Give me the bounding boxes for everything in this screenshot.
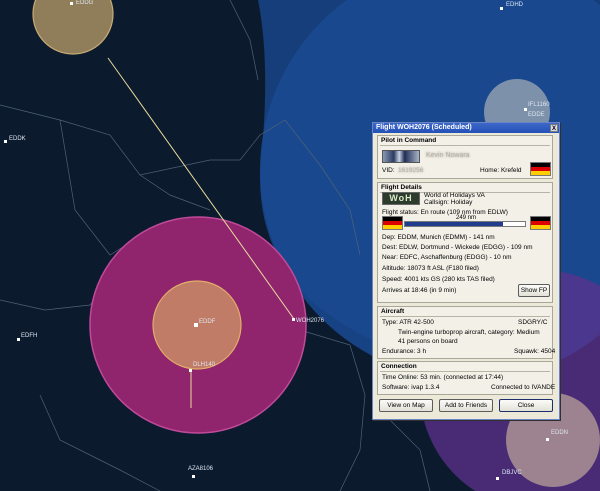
svg-text:EDDK: EDDK (9, 136, 26, 142)
destination-info: Dest: EDLW, Dortmund - Wickede (EDGG) - … (382, 244, 533, 251)
group-separator (380, 316, 550, 317)
svg-text:EDDN: EDDN (551, 430, 568, 436)
aircraft-woh2076[interactable]: WOH2076 (292, 318, 325, 324)
flight-progress-bar (404, 221, 526, 227)
svg-text:DLH140: DLH140 (193, 362, 216, 368)
va-name: World of Holidays VA (424, 192, 485, 199)
svg-text:WOH2076: WOH2076 (296, 318, 325, 324)
svg-text:IFL1160: IFL1160 (528, 102, 550, 108)
dialog-titlebar[interactable]: Flight WOH2076 (Scheduled) X (373, 123, 559, 133)
vid-value: 1619256 (398, 167, 424, 174)
svg-text:EDDG: EDDG (76, 0, 94, 6)
svg-text:EDDE: EDDE (528, 112, 545, 118)
departure-flag-icon (382, 216, 403, 230)
group-separator (380, 371, 550, 372)
connection-group: Connection Time Online: 53 min. (connect… (377, 361, 556, 395)
squawk: Squawk: 4504 (514, 348, 556, 355)
dialog-title: Flight WOH2076 (Scheduled) (376, 124, 472, 131)
flight-info-dialog[interactable]: Flight WOH2076 (Scheduled) X Pilot in Co… (372, 122, 560, 420)
pilot-name: Kevin Nowara (426, 152, 470, 159)
aircraft-group: Aircraft Type: ATR 42-500 SDGRY/C Twin-e… (377, 306, 556, 359)
arrival-time: Arrives at 18:46 (in 9 min) (382, 287, 457, 294)
view-on-map-button[interactable]: View on Map (379, 399, 433, 412)
callsign: Callsign: Holiday (424, 199, 473, 206)
arrival-flag-icon (530, 216, 551, 230)
add-to-friends-button[interactable]: Add to Friends (439, 399, 493, 412)
svg-text:DBJVC: DBJVC (502, 470, 522, 476)
close-icon[interactable]: X (550, 124, 558, 132)
home-label: Home: Krefeld (480, 167, 522, 174)
group-separator (380, 145, 550, 146)
flight-details-group: Flight Details WoH World of Holidays VA … (377, 182, 553, 303)
svg-text:AZA8106: AZA8106 (188, 466, 214, 472)
aircraft-registration: SDGRY/C (518, 319, 548, 326)
svg-text:EDHD: EDHD (506, 2, 524, 8)
flight-status: Flight status: En route (109 nm from EDL… (382, 209, 508, 216)
germany-flag-icon (530, 162, 551, 176)
departure-info: Dep: EDDM, Munich (EDMM) - 141 nm (382, 234, 495, 241)
map-label-edde[interactable]: EDDE (528, 112, 545, 118)
persons-on-board: 41 persons on board (398, 338, 458, 345)
aircraft-type: Type: ATR 42-500 (382, 319, 434, 326)
flight-details-heading: Flight Details (381, 184, 422, 191)
show-flight-plan-button[interactable]: Show FP (518, 284, 550, 297)
pilot-photo (382, 150, 420, 163)
software: Software: ivap 1.3.4 (382, 384, 440, 391)
svg-text:EDDF: EDDF (199, 319, 216, 325)
connected-to: Connected to IVANDE (491, 384, 556, 391)
vid-label: VID: (382, 167, 395, 174)
time-online: Time Online: 53 min. (connected at 17:44… (382, 374, 504, 381)
svg-text:EDFH: EDFH (21, 333, 37, 339)
altitude-info: Altitude: 18073 ft ASL (F180 filed) (382, 265, 479, 272)
speed-info: Speed: 4001 kts GS (280 kts TAS filed) (382, 276, 495, 283)
endurance: Endurance: 3 h (382, 348, 427, 355)
pilot-group: Pilot in Command Kevin Nowara VID: 16192… (377, 135, 553, 179)
near-info: Near: EDFC, Aschaffenburg (EDGG) - 10 nm (382, 254, 512, 261)
aircraft-description: Twin-engine turboprop aircraft, category… (398, 329, 540, 336)
aircraft-heading: Aircraft (381, 308, 405, 315)
pilot-heading: Pilot in Command (381, 137, 437, 144)
flight-progress-fill (405, 222, 504, 226)
connection-heading: Connection (381, 363, 417, 370)
close-button[interactable]: Close (499, 399, 553, 412)
airline-logo: WoH (382, 192, 420, 205)
